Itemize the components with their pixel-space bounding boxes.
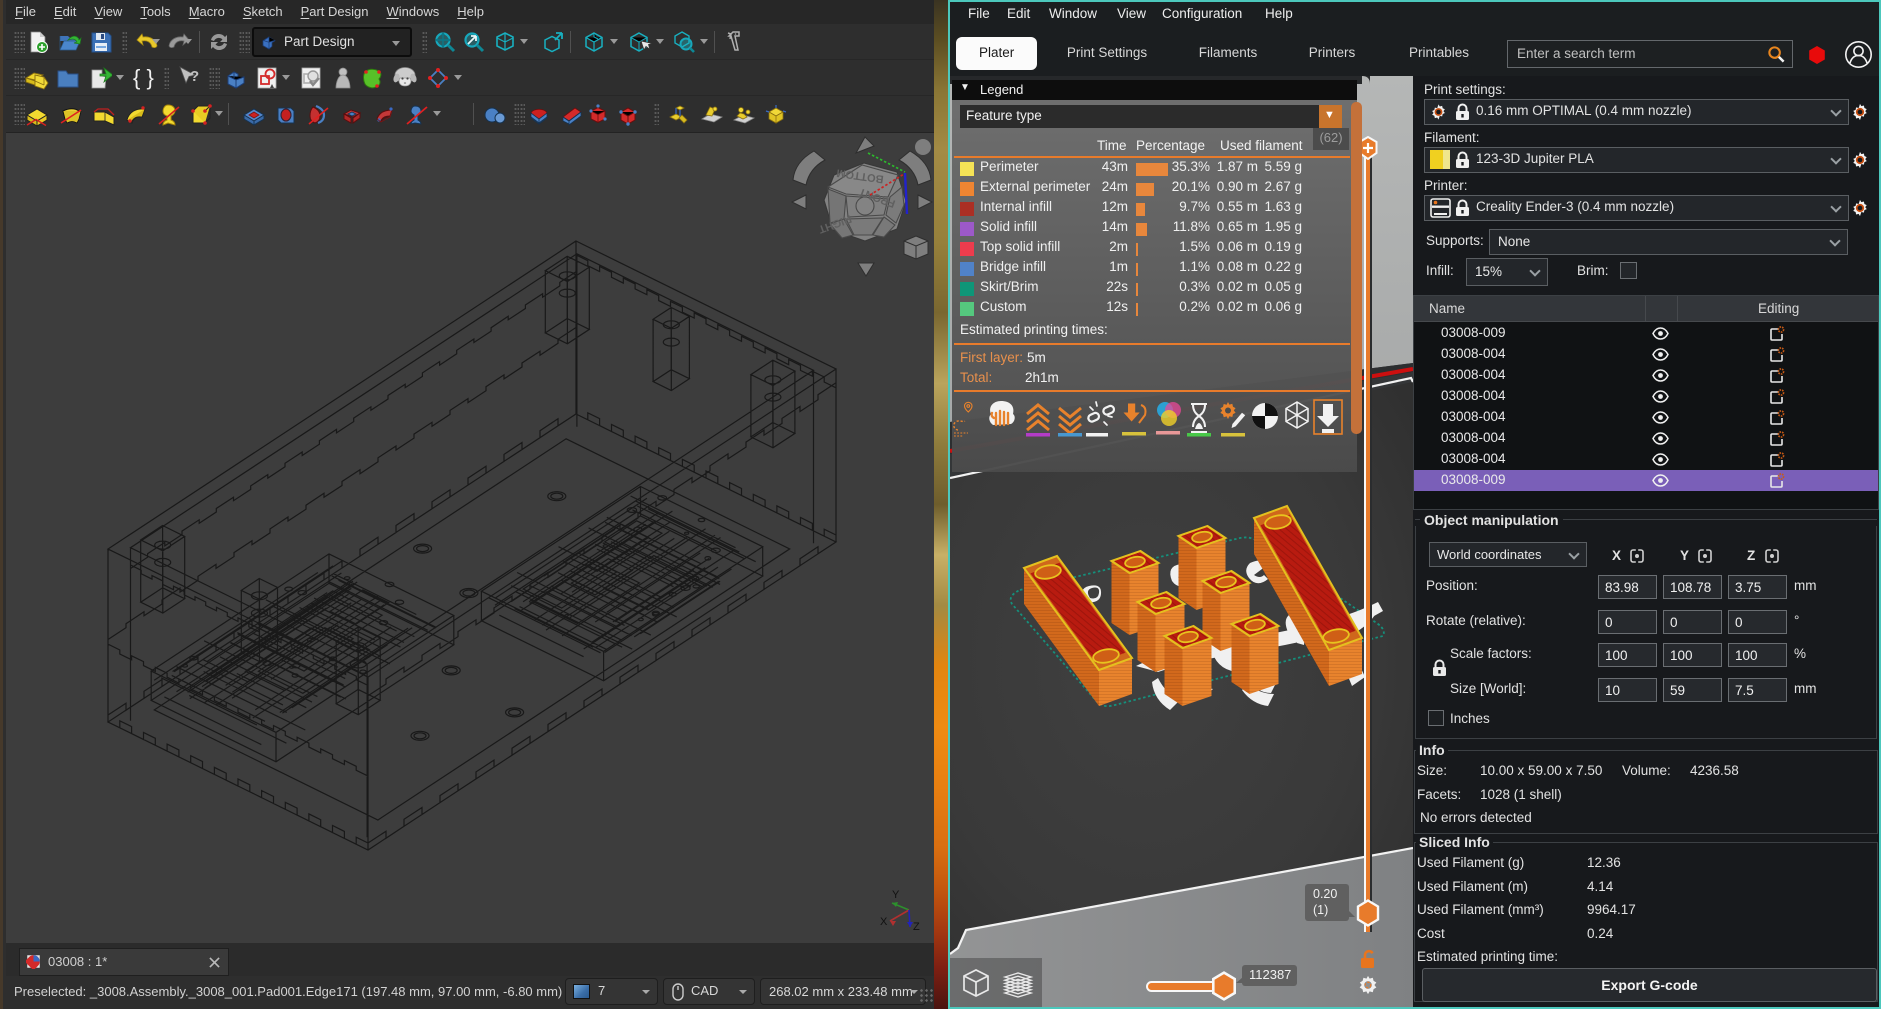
svg-text:Z: Z bbox=[913, 921, 920, 930]
svg-text:X: X bbox=[880, 916, 888, 928]
svg-text:?: ? bbox=[190, 68, 199, 85]
svg-text:{ }: { } bbox=[133, 66, 154, 90]
svg-text:Y: Y bbox=[892, 889, 900, 901]
